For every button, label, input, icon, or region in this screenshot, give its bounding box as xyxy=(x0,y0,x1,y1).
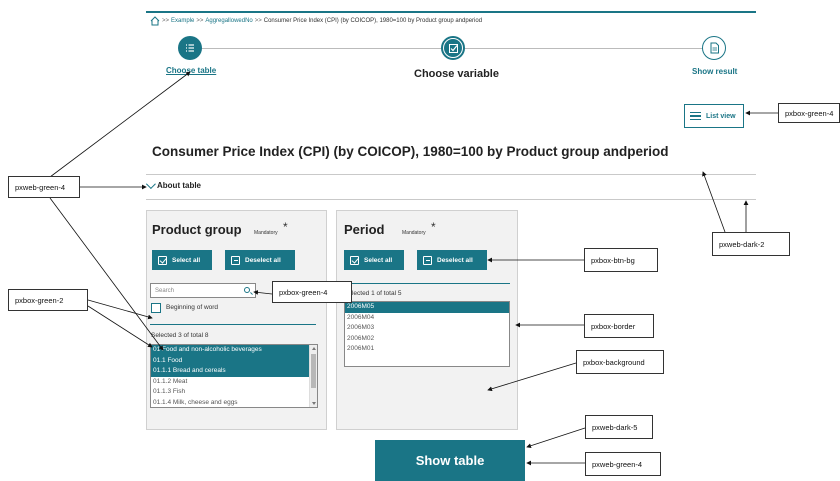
breadcrumb-item-example[interactable]: Example xyxy=(171,18,194,24)
annotation-label: pxbox-green-4 xyxy=(272,281,352,303)
wizard-step-show-result[interactable] xyxy=(702,36,726,60)
scroll-down-icon[interactable] xyxy=(312,402,316,405)
beginning-of-word-label: Beginning of word xyxy=(166,304,219,311)
mandatory-label: Mandatory xyxy=(254,230,278,236)
select-all-label: Select all xyxy=(364,256,393,264)
period-title: Period xyxy=(344,222,385,237)
top-accent-line xyxy=(146,11,756,13)
selection-separator xyxy=(344,283,510,284)
search-placeholder: Search xyxy=(155,287,175,294)
annotation-label: pxweb-green-4 xyxy=(8,176,80,198)
checkbox-icon xyxy=(350,255,359,265)
period-deselect-all-button[interactable]: Deselect all xyxy=(417,250,487,270)
list-item[interactable]: 01.1.1 Bread and cereals xyxy=(151,366,317,377)
about-table-toggle[interactable]: About table xyxy=(145,179,201,190)
breadcrumb-item-current: Consumer Price Index (CPI) (by COICOP), … xyxy=(263,18,483,24)
list-item[interactable]: 2006M01 xyxy=(345,344,509,355)
required-asterisk: * xyxy=(283,220,288,234)
listbox-scrollbar[interactable] xyxy=(309,345,317,407)
list-item[interactable]: 01.1 Food xyxy=(151,355,317,366)
period-select-all-button[interactable]: Select all xyxy=(344,250,404,270)
list-view-label: List view xyxy=(706,112,736,120)
divider xyxy=(146,199,756,200)
wizard-step-choose-table[interactable] xyxy=(178,36,202,60)
home-icon[interactable] xyxy=(150,16,160,26)
annotation-label: pxweb-dark-2 xyxy=(712,232,790,256)
breadcrumb-item-database[interactable]: AggregallowedNo xyxy=(205,18,252,24)
product-group-selected-count: Selected 3 of total 8 xyxy=(151,332,209,339)
product-group-title: Product group xyxy=(152,222,242,237)
select-all-label: Select all xyxy=(172,256,201,264)
annotation-label: pxweb-green-4 xyxy=(585,452,661,476)
wizard-step-choose-variable xyxy=(441,36,465,60)
required-asterisk: * xyxy=(431,220,436,234)
product-group-search-input[interactable]: Search xyxy=(150,283,256,298)
list-item[interactable]: 01.1.4 Milk, cheese and eggs xyxy=(151,398,317,408)
minus-box-icon xyxy=(231,255,240,265)
about-table-label: About table xyxy=(157,181,201,190)
list-item[interactable]: 01.1.3 Fish xyxy=(151,387,317,398)
period-selected-count: Selected 1 of total 5 xyxy=(344,290,402,297)
wizard-label-choose-table[interactable]: Choose table xyxy=(166,66,216,75)
list-item[interactable]: 01 Food and non-alcoholic beverages xyxy=(151,345,317,356)
product-group-select-all-button[interactable]: Select all xyxy=(152,250,212,270)
deselect-all-label: Deselect all xyxy=(437,256,473,264)
breadcrumb-separator: >> xyxy=(196,18,204,24)
product-group-listbox[interactable]: 01 Food and non-alcoholic beverages 01.1… xyxy=(150,344,318,408)
show-table-button[interactable]: Show table xyxy=(375,440,525,481)
wizard-label-choose-variable: Choose variable xyxy=(414,68,499,80)
list-item[interactable]: 2006M04 xyxy=(345,313,509,324)
wizard-label-show-result[interactable]: Show result xyxy=(692,67,737,76)
annotation-label: pxbox-background xyxy=(576,350,664,374)
chevron-down-icon xyxy=(145,179,156,190)
annotation-label: pxbox-border xyxy=(584,314,654,338)
beginning-of-word-checkbox[interactable] xyxy=(151,303,161,313)
search-icon[interactable] xyxy=(244,287,250,293)
breadcrumb-separator: >> xyxy=(254,18,262,24)
list-item[interactable]: 2006M03 xyxy=(345,323,509,334)
scrollbar-thumb[interactable] xyxy=(311,354,316,388)
list-view-button[interactable]: List view xyxy=(684,104,744,128)
document-icon xyxy=(710,42,719,54)
deselect-all-label: Deselect all xyxy=(245,256,281,264)
selection-separator xyxy=(150,324,316,325)
checkbox-icon xyxy=(448,43,458,53)
period-listbox[interactable]: 2006M05 2006M04 2006M03 2006M02 2006M01 xyxy=(344,301,510,367)
menu-icon xyxy=(690,112,701,120)
annotation-label: pxbox-btn-bg xyxy=(584,248,658,272)
list-icon xyxy=(186,44,194,52)
list-item[interactable]: 01.1.2 Meat xyxy=(151,377,317,388)
page-title: Consumer Price Index (CPI) (by COICOP), … xyxy=(152,144,669,159)
mandatory-label: Mandatory xyxy=(402,230,426,236)
breadcrumb-separator: >> xyxy=(162,18,170,24)
annotation-label: pxbox-green-4 xyxy=(778,103,840,123)
breadcrumb: >> Example >> AggregallowedNo >> Consume… xyxy=(150,16,482,26)
annotation-label: pxbox-green-2 xyxy=(8,289,88,311)
annotation-label: pxweb-dark-5 xyxy=(585,415,653,439)
list-item[interactable]: 2006M02 xyxy=(345,334,509,345)
list-item[interactable]: 2006M05 xyxy=(345,302,509,313)
divider xyxy=(146,174,756,175)
minus-box-icon xyxy=(423,255,432,265)
checkbox-icon xyxy=(158,255,167,265)
product-group-deselect-all-button[interactable]: Deselect all xyxy=(225,250,295,270)
scroll-up-icon[interactable] xyxy=(312,347,316,350)
